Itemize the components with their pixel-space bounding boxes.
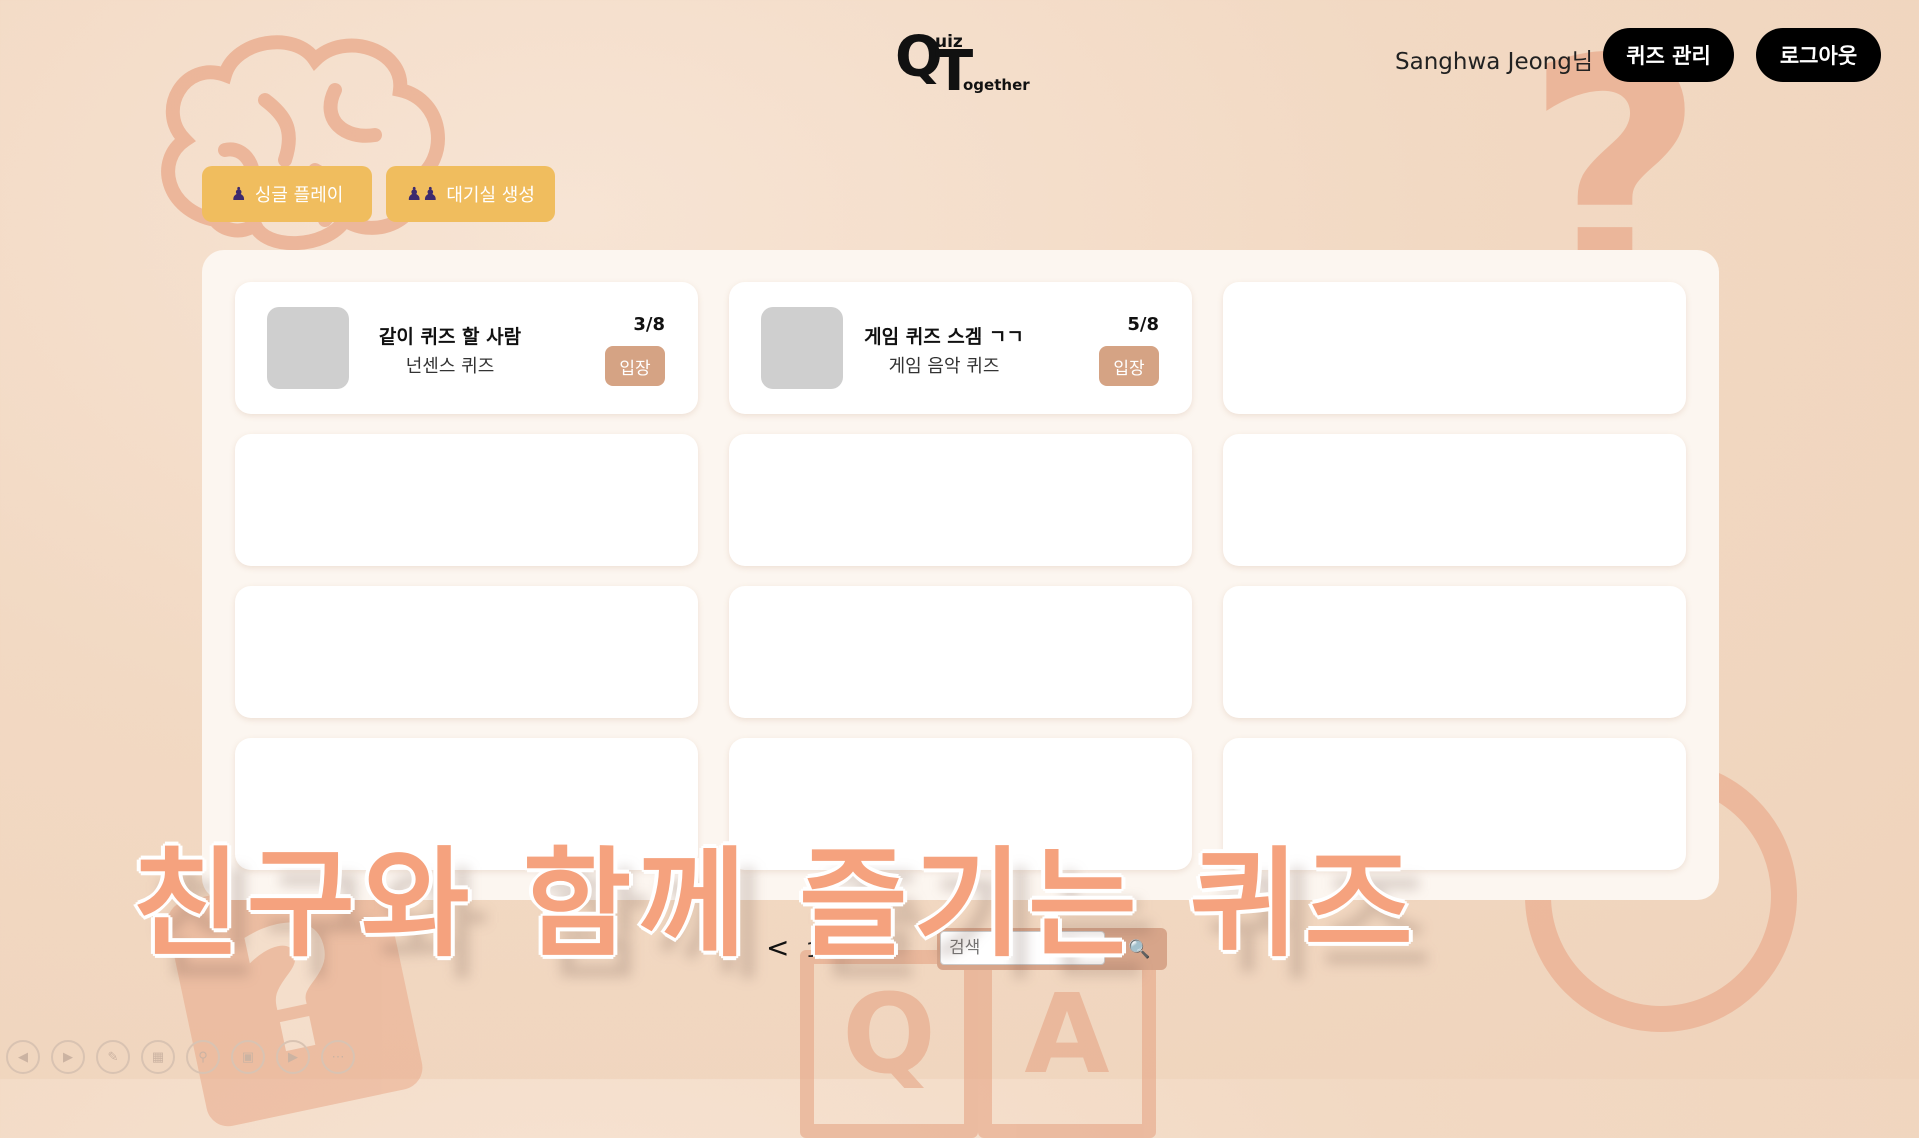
room-thumbnail bbox=[761, 307, 843, 389]
room-title: 같이 퀴즈 할 사람 bbox=[378, 326, 522, 348]
room-list-board: 같이 퀴즈 할 사람 넌센스 퀴즈 3/8 입장 게임 퀴즈 스겜 ㄱㄱ 게임 … bbox=[202, 250, 1719, 900]
room-thumbnail bbox=[267, 307, 349, 389]
logo[interactable]: Q uiz T ogether bbox=[895, 30, 1030, 100]
video-icon[interactable]: ▶ bbox=[276, 1040, 310, 1074]
empty-room-slot bbox=[729, 434, 1192, 566]
create-room-label: 대기실 생성 bbox=[446, 185, 535, 206]
empty-room-slot bbox=[1223, 586, 1686, 718]
single-play-button[interactable]: ♟ 싱글 플레이 bbox=[202, 166, 372, 222]
empty-room-slot bbox=[235, 586, 698, 718]
enter-room-button[interactable]: 입장 bbox=[1099, 346, 1159, 386]
screen-icon[interactable]: ▣ bbox=[231, 1040, 265, 1074]
slogan-text: 친구와 함께 즐기는 퀴즈 bbox=[132, 835, 1419, 973]
presentation-toolbar: ◀ ▶ ✎ ▦ ⚲ ▣ ▶ ⋯ bbox=[6, 1040, 355, 1074]
room-card[interactable]: 게임 퀴즈 스겜 ㄱㄱ 게임 음악 퀴즈 5/8 입장 bbox=[729, 282, 1192, 414]
people-icon: ♟♟ bbox=[406, 183, 439, 205]
quiz-manage-button[interactable]: 퀴즈 관리 bbox=[1603, 28, 1734, 82]
pen-icon[interactable]: ✎ bbox=[96, 1040, 130, 1074]
brain-decoration bbox=[161, 35, 445, 251]
room-subtitle: 게임 음악 퀴즈 bbox=[888, 356, 1000, 377]
slides-grid-icon[interactable]: ▦ bbox=[141, 1040, 175, 1074]
empty-room-slot bbox=[729, 586, 1192, 718]
prev-slide-icon[interactable]: ◀ bbox=[6, 1040, 40, 1074]
single-play-label: 싱글 플레이 bbox=[254, 185, 344, 206]
room-card[interactable]: 같이 퀴즈 할 사람 넌센스 퀴즈 3/8 입장 bbox=[235, 282, 698, 414]
zoom-icon[interactable]: ⚲ bbox=[186, 1040, 220, 1074]
empty-room-slot bbox=[1223, 282, 1686, 414]
user-greeting: Sanghwa Jeong님 bbox=[1395, 49, 1594, 75]
next-slide-icon[interactable]: ▶ bbox=[51, 1040, 85, 1074]
empty-room-slot bbox=[235, 434, 698, 566]
enter-room-button[interactable]: 입장 bbox=[605, 346, 665, 386]
room-player-count: 5/8 bbox=[1127, 314, 1159, 335]
logout-button[interactable]: 로그아웃 bbox=[1756, 28, 1881, 82]
empty-room-slot bbox=[1223, 434, 1686, 566]
logo-ogether: ogether bbox=[963, 76, 1030, 94]
person-icon: ♟ bbox=[230, 183, 247, 205]
room-title: 게임 퀴즈 스겜 ㄱㄱ bbox=[864, 326, 1024, 348]
create-room-button[interactable]: ♟♟ 대기실 생성 bbox=[386, 166, 555, 222]
room-subtitle: 넌센스 퀴즈 bbox=[405, 356, 495, 377]
more-icon[interactable]: ⋯ bbox=[321, 1040, 355, 1074]
room-player-count: 3/8 bbox=[633, 314, 665, 335]
